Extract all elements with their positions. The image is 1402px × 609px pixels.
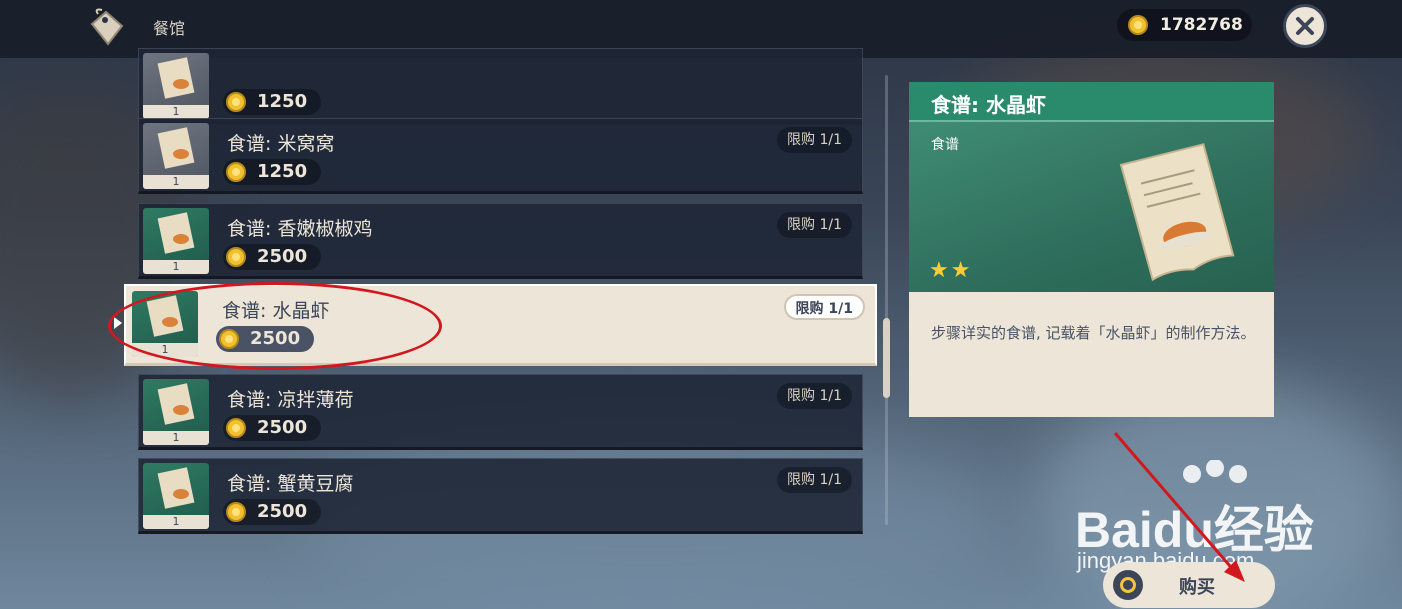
list-item[interactable]: 1 食谱: 凉拌薄荷 2500 限购 1/1: [138, 374, 863, 450]
list-item[interactable]: 1 1250: [138, 48, 863, 124]
purchase-limit-badge: 限购 1/1: [777, 127, 852, 153]
coin-icon: [1128, 15, 1148, 39]
recipe-thumbnail: 1: [143, 463, 209, 529]
buy-button[interactable]: 购买: [1103, 562, 1275, 608]
coin-icon: [226, 418, 246, 446]
detail-header: 食谱: 水晶虾: [909, 82, 1274, 122]
buy-button-label: 购买: [1179, 577, 1215, 598]
detail-description-box: 步骤详实的食谱, 记载着「水晶虾」的制作方法。: [909, 292, 1274, 417]
item-name: 食谱: 蟹黄豆腐: [227, 473, 354, 495]
purchase-limit-badge: 限购 1/1: [783, 294, 865, 320]
annotation-ellipse: [108, 282, 442, 370]
recipe-thumbnail: 1: [143, 379, 209, 445]
coin-icon: [226, 247, 246, 275]
detail-category: 食谱: [931, 137, 959, 153]
close-icon: [1296, 17, 1314, 35]
item-name: 食谱: 凉拌薄荷: [227, 389, 354, 411]
purchase-limit-badge: 限购 1/1: [777, 212, 852, 238]
detail-art-area: 食谱 ★★: [909, 122, 1274, 292]
recipe-thumbnail: 1: [143, 208, 209, 274]
recipe-scroll-icon: [1109, 136, 1259, 290]
coin-icon: [226, 502, 246, 530]
list-scrollbar-thumb[interactable]: [883, 318, 890, 398]
recipe-scroll-icon: [157, 383, 195, 425]
recipe-thumbnail: 1: [143, 53, 209, 119]
detail-description: 步骤详实的食谱, 记载着「水晶虾」的制作方法。: [931, 324, 1256, 342]
item-price: 1250: [223, 89, 322, 115]
rarity-stars: ★★: [929, 258, 973, 283]
recipe-thumbnail: 1: [143, 123, 209, 189]
close-button[interactable]: [1283, 4, 1327, 48]
item-name: 食谱: 香嫩椒椒鸡: [227, 218, 373, 240]
item-price: 1250: [223, 159, 322, 185]
recipe-scroll-icon: [157, 127, 195, 169]
price-tag-icon: [84, 6, 128, 50]
coin-icon: [226, 162, 246, 190]
list-item[interactable]: 1 食谱: 米窝窝 1250 限购 1/1: [138, 118, 863, 194]
recipe-scroll-icon: [157, 57, 195, 99]
list-item[interactable]: 1 食谱: 蟹黄豆腐 2500 限购 1/1: [138, 458, 863, 534]
detail-title: 食谱: 水晶虾: [931, 93, 1046, 117]
coin-icon: [226, 92, 246, 120]
item-detail-panel: 食谱: 水晶虾 食谱 ★★ 步骤详实的食谱, 记载着「水晶虾」的制作方法。: [909, 82, 1274, 417]
item-price: 2500: [223, 415, 322, 441]
purchase-limit-badge: 限购 1/1: [777, 467, 852, 493]
item-price: 2500: [223, 244, 322, 270]
item-name: 食谱: 米窝窝: [227, 133, 335, 155]
list-item[interactable]: 1 食谱: 香嫩椒椒鸡 2500 限购 1/1: [138, 203, 863, 279]
currency-amount: 1782768: [1160, 15, 1243, 35]
recipe-scroll-icon: [157, 212, 195, 254]
purchase-limit-badge: 限购 1/1: [777, 383, 852, 409]
recipe-scroll-icon: [157, 467, 195, 509]
currency-display: 1782768: [1117, 9, 1252, 41]
buy-coin-icon: [1113, 570, 1143, 600]
shop-title: 餐馆: [153, 19, 186, 38]
list-scrollbar-track[interactable]: [885, 75, 888, 525]
item-price: 2500: [223, 499, 322, 525]
